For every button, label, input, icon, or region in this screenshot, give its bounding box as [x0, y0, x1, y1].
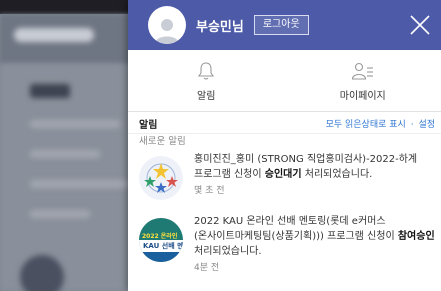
quick-menu-label: 알림 [197, 90, 216, 102]
close-icon [410, 15, 430, 35]
quick-menu-label: 마이페이지 [339, 90, 386, 102]
alerts-actions: 모두 읽은상태로 표시 · 설정 [326, 117, 435, 130]
background-logo [14, 28, 94, 42]
avatar[interactable] [148, 6, 186, 44]
background-text-line [30, 150, 100, 158]
new-alerts-label: 새로운 알림 [128, 133, 441, 149]
quick-menu: 알림 마이페이지 [128, 50, 441, 112]
background-text-line [30, 120, 120, 128]
quick-menu-notifications[interactable]: 알림 [128, 50, 285, 111]
separator: · [410, 119, 414, 130]
settings-link[interactable]: 설정 [418, 120, 435, 130]
alerts-title: 알림 [139, 119, 158, 131]
logout-button[interactable]: 로그아웃 [253, 15, 309, 35]
popup-header: 부승민님 로그아웃 [128, 0, 441, 50]
notification-time: 4분 전 [194, 263, 220, 273]
thumb-caption: 2022 온라인 [142, 233, 178, 240]
user-list-icon [351, 60, 375, 82]
thumb-caption: KAU 선배 멘 [143, 242, 183, 250]
close-button[interactable] [407, 12, 433, 38]
notification-text: 2022 KAU 온라인 선배 멘토링(롯데 e커머스(온사이트마케팅팀(상품기… [194, 216, 435, 257]
notification-body: 2022 KAU 온라인 선배 멘토링(롯데 e커머스(온사이트마케팅팀(상품기… [194, 214, 441, 273]
background-text-line [30, 180, 130, 188]
notification-body: 홍미진진_홍미 (STRONG 직업홍미검사)-2022-하계 프로그램 신청이… [194, 152, 441, 200]
mentoring-badge-icon: 2022 온라인 KAU 선배 멘 [139, 218, 183, 262]
notification-text: 홍미진진_홍미 (STRONG 직업홍미검사)-2022-하계 프로그램 신청이… [194, 154, 418, 180]
background-avatar [20, 255, 64, 291]
user-notification-popup: 부승민님 로그아웃 알림 마이페이지 알림 모두 읽은상태로 표시 · 설정 새… [128, 0, 441, 291]
username: 부승민님 [196, 19, 244, 35]
alerts-toolbar: 알림 모두 읽은상태로 표시 · 설정 [128, 113, 441, 133]
mark-all-read-link[interactable]: 모두 읽은상태로 표시 [326, 120, 406, 130]
default-user-icon [155, 19, 179, 44]
background-text-line [30, 210, 90, 218]
background-heading [30, 84, 70, 98]
bell-icon [197, 60, 215, 82]
notification-time: 몇 초 전 [194, 186, 225, 196]
stars-badge-icon [139, 156, 183, 200]
notification-item[interactable]: 홍미진진_홍미 (STRONG 직업홍미검사)-2022-하계 프로그램 신청이… [128, 152, 441, 200]
quick-menu-mypage[interactable]: 마이페이지 [285, 50, 441, 111]
notification-item[interactable]: 2022 온라인 KAU 선배 멘 2022 KAU 온라인 선배 멘토링(롯데… [128, 214, 441, 273]
